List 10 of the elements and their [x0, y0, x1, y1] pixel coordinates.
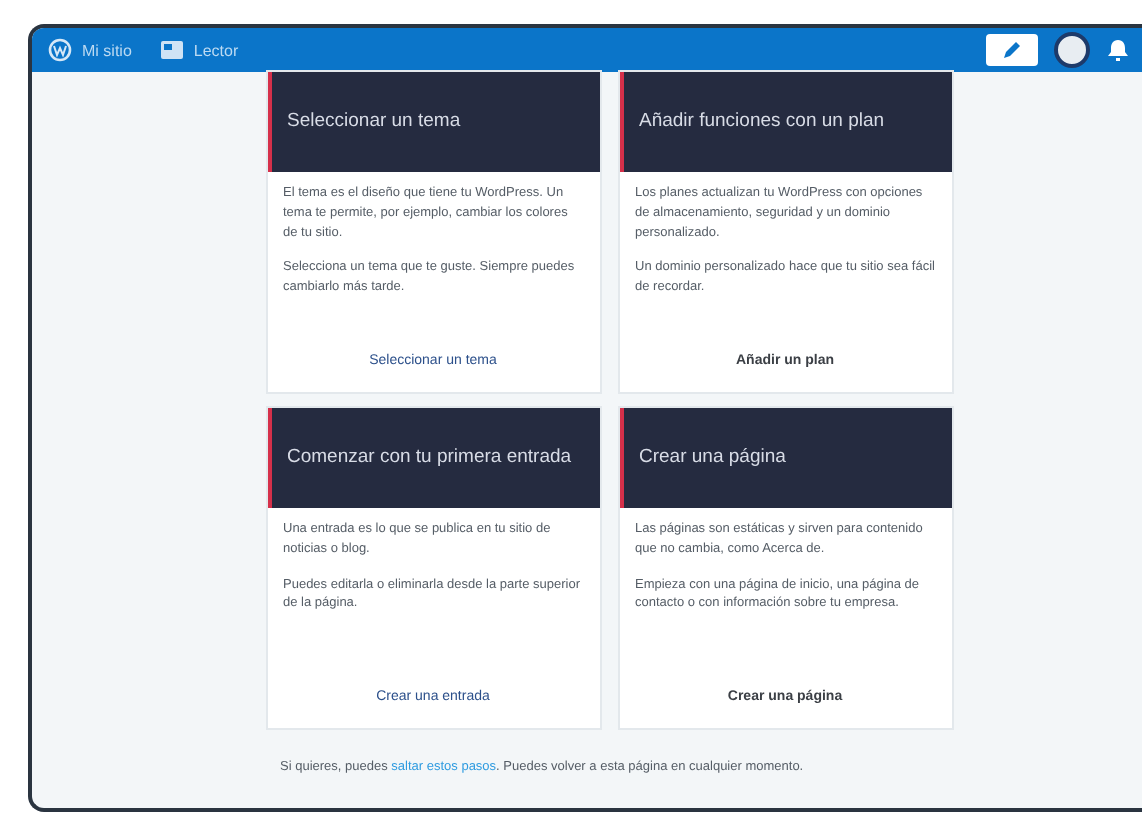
card-title: Crear una página [619, 408, 951, 508]
logo-icon [48, 38, 72, 62]
card-title: Comenzar con tu primera entrada [267, 408, 599, 508]
write-button[interactable] [986, 34, 1038, 66]
reader-icon [159, 40, 184, 60]
avatar[interactable] [1054, 32, 1090, 68]
pencil-icon [1000, 40, 1024, 60]
bell-icon[interactable] [1106, 38, 1130, 62]
card-title: Añadir funciones con un plan [619, 72, 951, 172]
card-title: Seleccionar un tema [267, 72, 599, 172]
